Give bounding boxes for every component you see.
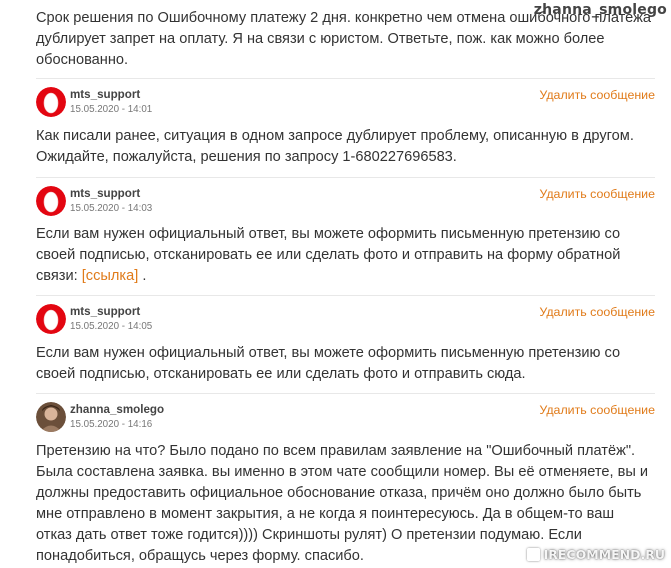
watermark-site: IRECOMMEND.RU bbox=[526, 547, 665, 562]
reply-author[interactable]: mts_support bbox=[70, 187, 140, 200]
mts-egg-logo-icon bbox=[36, 186, 66, 216]
reply-header: mts_support 15.05.2020 - 14:05 Удалить с… bbox=[36, 304, 655, 338]
mts-avatar bbox=[36, 186, 66, 216]
reply-text: Если вам нужен официальный ответ, вы мож… bbox=[36, 345, 621, 382]
delete-message-link[interactable]: Удалить сообщение bbox=[539, 88, 655, 102]
reply-date: 15.05.2020 - 14:05 bbox=[70, 321, 153, 332]
divider bbox=[36, 393, 655, 394]
reply-date: 15.05.2020 - 14:16 bbox=[70, 419, 153, 430]
reply-text-tail: . bbox=[138, 268, 147, 284]
reply-author[interactable]: mts_support bbox=[70, 88, 140, 101]
mts-avatar bbox=[36, 304, 66, 334]
reply-header: mts_support 15.05.2020 - 14:03 Удалить с… bbox=[36, 186, 655, 220]
reply-author[interactable]: mts_support bbox=[70, 305, 140, 318]
reply-author[interactable]: zhanna_smolego bbox=[70, 403, 164, 416]
irecommend-logo-icon bbox=[526, 548, 540, 561]
user-photo-icon bbox=[36, 402, 66, 432]
delete-message-link[interactable]: Удалить сообщение bbox=[539, 305, 655, 319]
mts-egg-logo-icon bbox=[36, 304, 66, 334]
reply-header: zhanna_smolego 15.05.2020 - 14:16 Удалит… bbox=[36, 402, 655, 436]
mts-avatar bbox=[36, 87, 66, 117]
message-text-top: Срок решения по Ошибочному платежу 2 дня… bbox=[36, 10, 652, 68]
delete-message-link[interactable]: Удалить сообщение bbox=[539, 187, 655, 201]
user-avatar[interactable] bbox=[36, 402, 66, 432]
reply-date: 15.05.2020 - 14:03 bbox=[70, 203, 153, 214]
divider bbox=[36, 295, 655, 296]
watermark-site-label: IRECOMMEND.RU bbox=[543, 547, 665, 562]
reply-header: mts_support 15.05.2020 - 14:01 Удалить с… bbox=[36, 87, 655, 121]
reply-text: Если вам нужен официальный ответ, вы мож… bbox=[36, 224, 651, 287]
feedback-form-link[interactable]: [ссылка] bbox=[82, 268, 139, 284]
divider bbox=[36, 177, 655, 178]
mts-egg-logo-icon bbox=[36, 87, 66, 117]
delete-message-link[interactable]: Удалить сообщение bbox=[539, 403, 655, 417]
reply-text: Как писали ранее, ситуация в одном запро… bbox=[36, 128, 634, 165]
divider bbox=[36, 78, 655, 79]
reply-date: 15.05.2020 - 14:01 bbox=[70, 104, 153, 115]
